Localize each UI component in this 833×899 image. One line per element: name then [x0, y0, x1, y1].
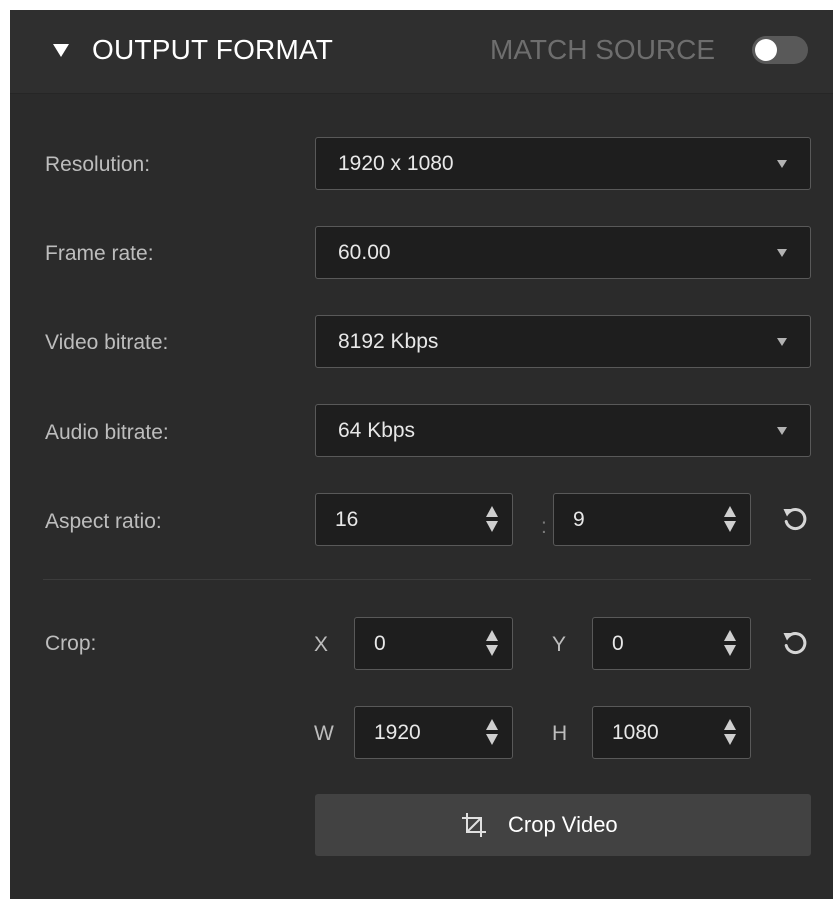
stepper-arrows-icon[interactable] — [486, 719, 498, 746]
crop-video-label: Crop Video — [508, 812, 618, 837]
crop-icon — [462, 813, 486, 837]
crop-h-label: H — [552, 722, 568, 745]
crop-h-stepper[interactable]: 1080 — [592, 706, 751, 759]
section-divider — [43, 579, 811, 580]
stepper-arrows-icon[interactable] — [486, 506, 498, 533]
audio-bitrate-value: 64 Kbps — [338, 419, 416, 442]
crop-y-stepper[interactable]: 0 — [592, 617, 751, 670]
dropdown-caret-icon — [777, 427, 787, 435]
resolution-select[interactable]: 1920 x 1080 — [315, 137, 811, 190]
aspect-height-stepper[interactable]: 9 — [553, 493, 751, 546]
crop-x-value: 0 — [374, 632, 386, 655]
aspect-width-value: 16 — [335, 508, 359, 531]
audio-bitrate-label: Audio bitrate: — [45, 421, 169, 444]
toggle-knob — [755, 39, 777, 61]
crop-w-value: 1920 — [374, 721, 421, 744]
match-source-toggle[interactable] — [752, 36, 808, 64]
frame-rate-value: 60.00 — [338, 241, 391, 264]
aspect-width-stepper[interactable]: 16 — [315, 493, 513, 546]
stepper-arrows-icon[interactable] — [724, 719, 736, 746]
crop-h-value: 1080 — [612, 721, 659, 744]
dropdown-caret-icon — [777, 160, 787, 168]
crop-x-stepper[interactable]: 0 — [354, 617, 513, 670]
dropdown-caret-icon — [777, 338, 787, 346]
video-bitrate-select[interactable]: 8192 Kbps — [315, 315, 811, 368]
frame-rate-select[interactable]: 60.00 — [315, 226, 811, 279]
crop-x-label: X — [314, 633, 329, 656]
audio-bitrate-select[interactable]: 64 Kbps — [315, 404, 811, 457]
frame-rate-label: Frame rate: — [45, 242, 154, 265]
aspect-separator: : — [541, 515, 547, 538]
resolution-value: 1920 x 1080 — [338, 152, 454, 175]
video-bitrate-label: Video bitrate: — [45, 331, 169, 354]
aspect-ratio-label: Aspect ratio: — [45, 510, 162, 533]
match-source-label: MATCH SOURCE — [490, 34, 716, 65]
panel-header[interactable]: OUTPUT FORMAT MATCH SOURCE — [10, 10, 833, 94]
crop-video-button[interactable]: Crop Video — [315, 794, 811, 856]
output-format-panel: OUTPUT FORMAT MATCH SOURCE Resolution: 1… — [10, 10, 833, 899]
crop-y-label: Y — [552, 633, 567, 656]
video-bitrate-value: 8192 Kbps — [338, 330, 439, 353]
stepper-arrows-icon[interactable] — [724, 506, 736, 533]
crop-w-stepper[interactable]: 1920 — [354, 706, 513, 759]
crop-label: Crop: — [45, 632, 97, 655]
crop-w-label: W — [314, 722, 334, 745]
stepper-arrows-icon[interactable] — [724, 630, 736, 657]
reset-crop-icon[interactable] — [780, 628, 810, 658]
reset-aspect-icon[interactable] — [780, 504, 810, 534]
resolution-label: Resolution: — [45, 153, 151, 176]
collapse-triangle-icon[interactable] — [53, 44, 69, 57]
aspect-height-value: 9 — [573, 508, 585, 531]
crop-y-value: 0 — [612, 632, 624, 655]
panel-title: OUTPUT FORMAT — [92, 34, 334, 65]
stepper-arrows-icon[interactable] — [486, 630, 498, 657]
dropdown-caret-icon — [777, 249, 787, 257]
